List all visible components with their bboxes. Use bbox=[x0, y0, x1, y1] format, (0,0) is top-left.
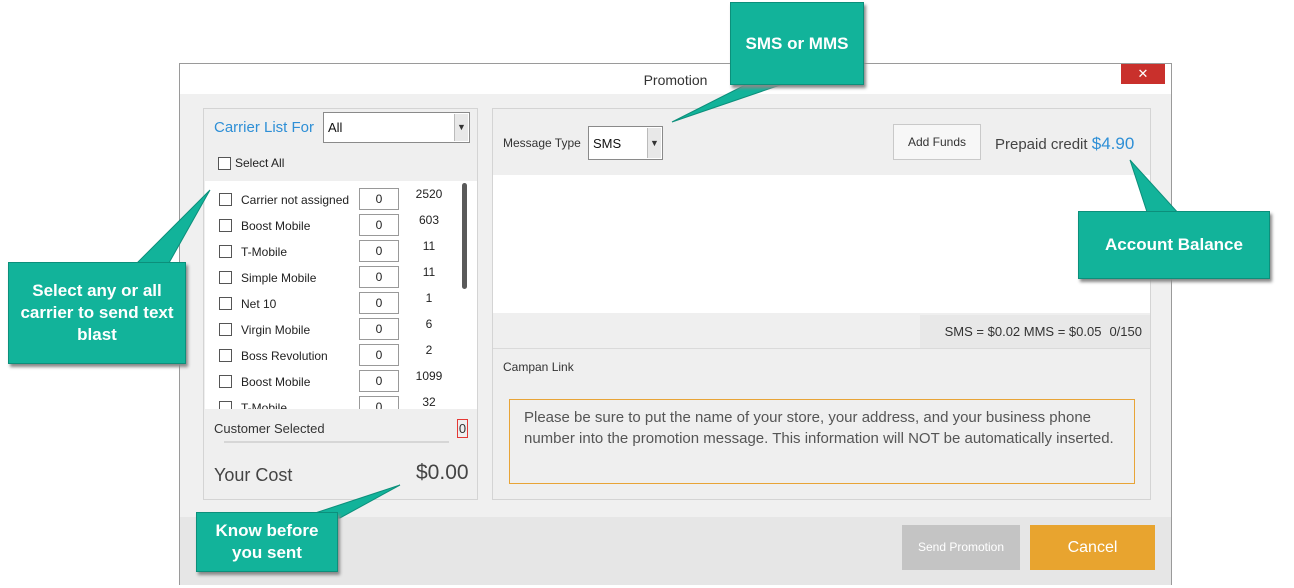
cost-callout: Know before you sent bbox=[196, 512, 338, 572]
carrier-callout-pointer bbox=[128, 189, 211, 271]
carrier-callout: Select any or all carrier to send text b… bbox=[8, 262, 186, 364]
sms-mms-callout: SMS or MMS bbox=[730, 2, 864, 85]
sms-callout-pointer bbox=[671, 79, 796, 123]
callout-pointers bbox=[128, 79, 1182, 519]
account-balance-callout: Account Balance bbox=[1078, 211, 1270, 279]
balance-callout-pointer bbox=[1129, 159, 1182, 216]
